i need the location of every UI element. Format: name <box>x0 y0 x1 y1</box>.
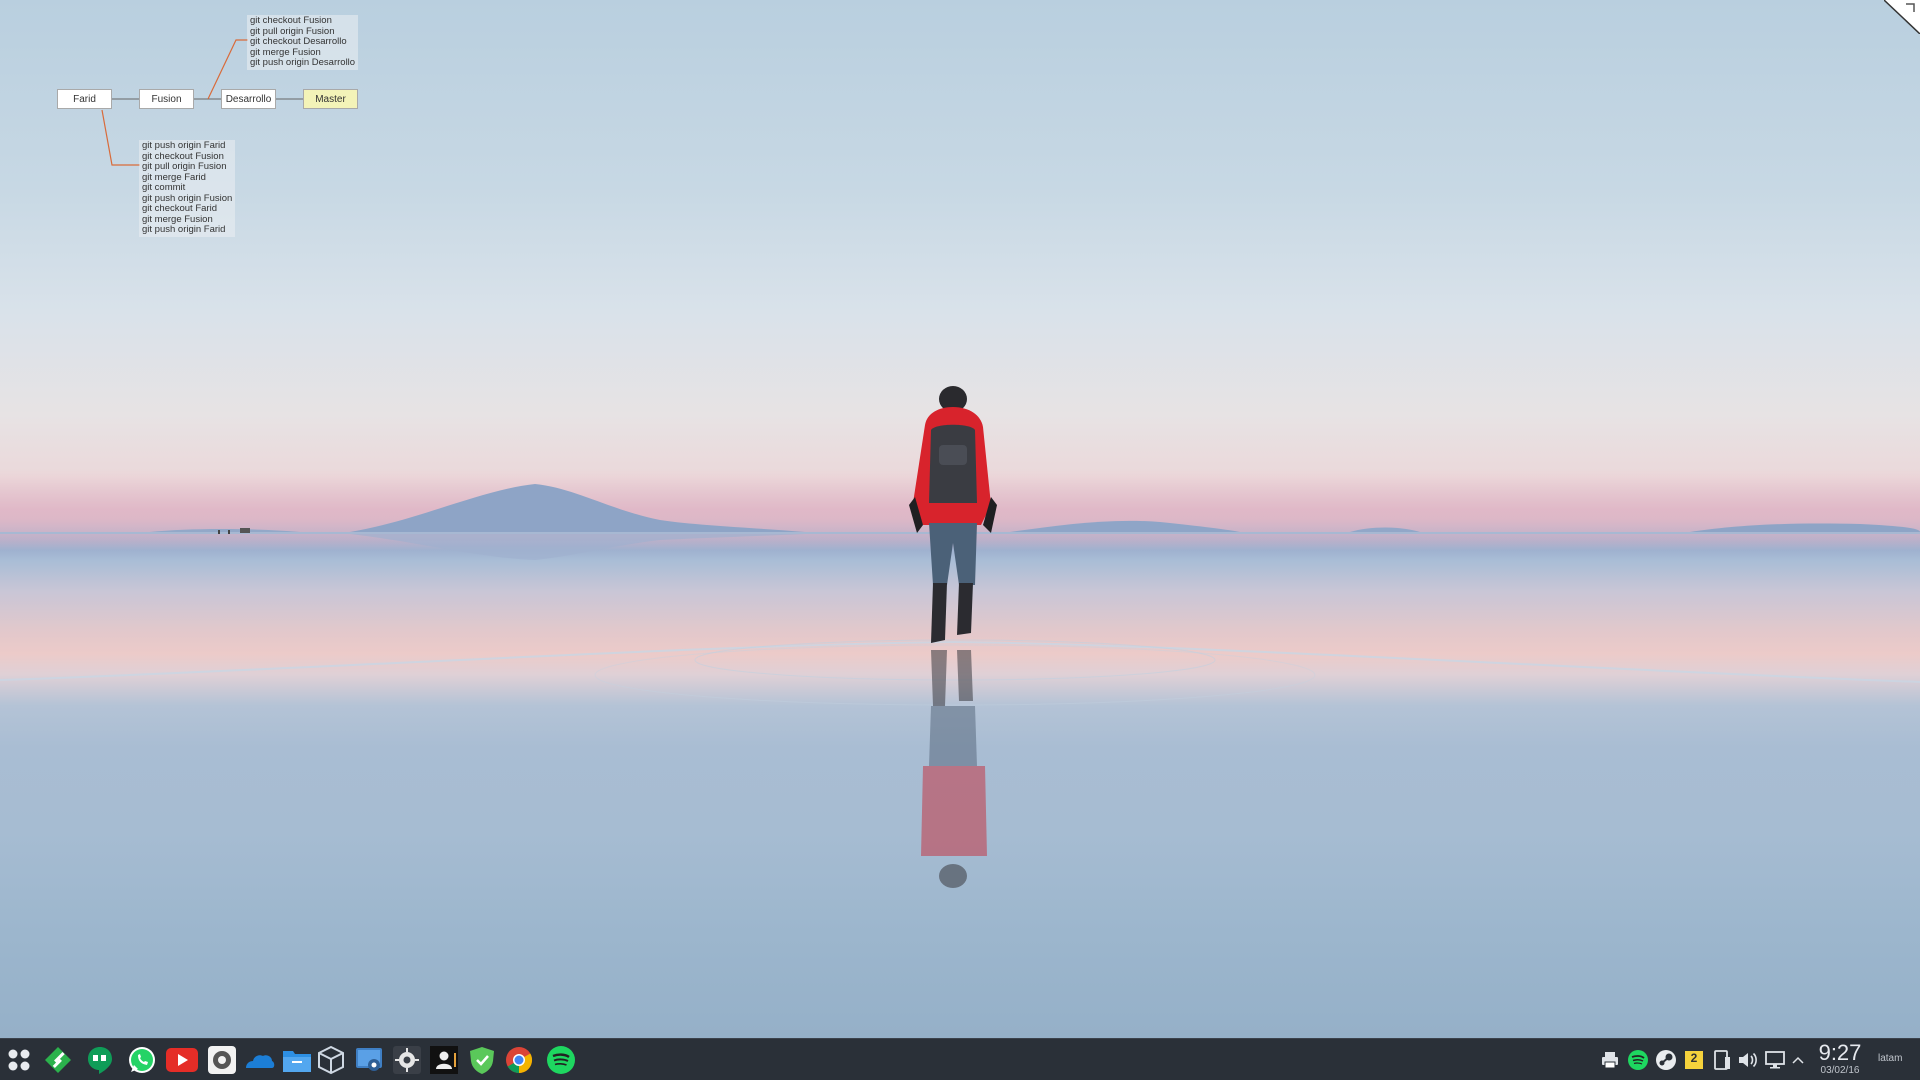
branch-fusion: Fusion <box>139 89 194 109</box>
clock-time: 9:27 <box>1818 1040 1862 1065</box>
chrome-icon[interactable] <box>502 1043 536 1077</box>
git-workflow-diagram: Farid Fusion Desarrollo Master git check… <box>0 0 380 240</box>
clock-date: 03/02/16 <box>1820 1065 1860 1076</box>
youtube-icon[interactable] <box>165 1043 199 1077</box>
command-line: git pull origin Fusion <box>142 161 227 172</box>
onedrive-icon[interactable] <box>243 1043 277 1077</box>
display-icon[interactable] <box>1764 1048 1788 1072</box>
spotify-tray-icon[interactable] <box>1626 1048 1650 1072</box>
branch-desarrollo: Desarrollo <box>221 89 276 109</box>
user-label[interactable]: latam <box>1878 1053 1902 1064</box>
notification-badge-icon[interactable]: 2 <box>1682 1048 1706 1072</box>
settings-icon[interactable] <box>205 1043 239 1077</box>
command-line: git checkout Desarrollo <box>250 36 347 47</box>
feedly-icon[interactable] <box>41 1043 75 1077</box>
gear-tool-icon[interactable] <box>390 1043 424 1077</box>
whatsapp-icon[interactable] <box>125 1043 159 1077</box>
notification-count: 2 <box>1690 1051 1698 1065</box>
hot-corner-icon[interactable] <box>1884 0 1920 34</box>
person-walking <box>909 386 997 643</box>
clock[interactable]: 9:27 03/02/16 <box>1810 1041 1870 1077</box>
shield-icon[interactable] <box>465 1043 499 1077</box>
taskbar: 2 9:27 03/02/16 latam <box>0 1038 1920 1080</box>
top-command-list: git checkout Fusion git pull origin Fusi… <box>247 15 359 70</box>
expand-tray-icon[interactable] <box>1790 1048 1806 1072</box>
file-manager-icon[interactable] <box>280 1043 314 1077</box>
command-line: git commit <box>142 182 186 193</box>
printer-icon[interactable] <box>1598 1048 1622 1072</box>
hangouts-icon[interactable] <box>83 1043 117 1077</box>
spotify-icon[interactable] <box>544 1043 578 1077</box>
command-line: git push origin Farid <box>142 224 226 235</box>
branch-master: Master <box>303 89 358 109</box>
command-line: git checkout Fusion <box>250 15 332 26</box>
terminal-icon[interactable] <box>427 1043 461 1077</box>
app-grid-icon[interactable] <box>2 1043 36 1077</box>
command-line: git push origin Farid <box>142 140 226 151</box>
device-icon[interactable] <box>1710 1048 1734 1072</box>
steam-icon[interactable] <box>1654 1048 1678 1072</box>
bottom-command-list: git push origin Farid git checkout Fusio… <box>139 140 236 237</box>
command-line: git checkout Farid <box>142 203 217 214</box>
remote-desktop-icon[interactable] <box>352 1043 386 1077</box>
person-reflection <box>921 650 987 888</box>
volume-icon[interactable] <box>1736 1048 1760 1072</box>
branch-farid: Farid <box>57 89 112 109</box>
virtualbox-icon[interactable] <box>314 1043 348 1077</box>
command-line: git push origin Desarrollo <box>250 57 356 68</box>
